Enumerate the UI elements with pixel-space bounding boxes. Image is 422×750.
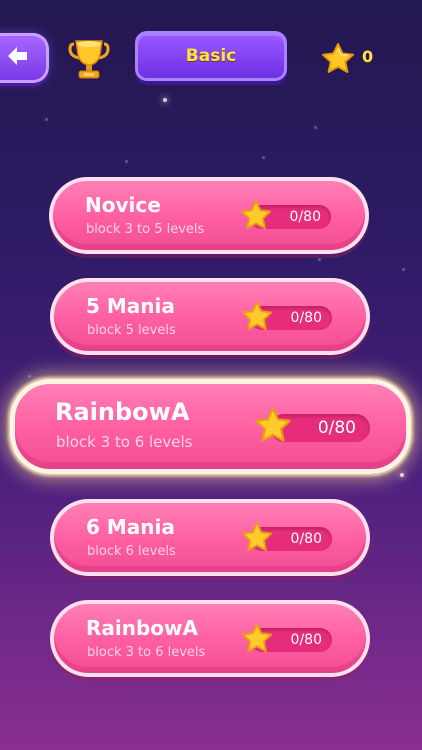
level-progress-text: 0/80 — [290, 632, 322, 648]
level-title: RainbowA — [86, 616, 199, 640]
level-progress-text: 0/80 — [317, 418, 356, 438]
sparkle — [318, 258, 321, 261]
level-subtitle: block 3 to 6 levels — [56, 433, 193, 451]
sparkle — [28, 375, 31, 378]
star-icon — [241, 622, 273, 653]
level-title: RainbowA — [55, 398, 190, 426]
level-subtitle: block 3 to 6 levels — [87, 645, 206, 660]
star-icon — [322, 43, 354, 73]
level-card-5-mania[interactable]: 5 Mania block 5 levels 0/80 — [50, 278, 370, 355]
star-icon — [241, 300, 273, 331]
sparkle — [125, 160, 128, 163]
star-icon — [255, 407, 291, 442]
level-title: Novice — [85, 193, 161, 217]
sparkle — [262, 156, 265, 159]
sparkle — [402, 268, 405, 271]
level-progress-text: 0/80 — [289, 209, 321, 225]
star-icon — [241, 521, 273, 552]
back-arrow-icon — [8, 47, 27, 65]
level-progress-text: 0/80 — [290, 310, 322, 326]
level-subtitle: block 6 levels — [87, 544, 176, 559]
level-subtitle: block 3 to 5 levels — [86, 222, 205, 237]
level-subtitle: block 5 levels — [87, 323, 176, 338]
level-title: 5 Mania — [86, 294, 175, 318]
level-title: 6 Mania — [86, 515, 175, 539]
sparkle — [163, 98, 167, 102]
level-progress-text: 0/80 — [290, 531, 322, 547]
sparkle — [400, 473, 404, 477]
back-button[interactable] — [0, 33, 49, 83]
level-card-6-mania[interactable]: 6 Mania block 6 levels 0/80 — [50, 499, 370, 576]
level-card-rainbowa-selected[interactable]: RainbowA block 3 to 6 levels 0/80 — [10, 379, 411, 474]
sparkle — [45, 118, 48, 121]
level-card-novice[interactable]: Novice block 3 to 5 levels 0/80 — [49, 177, 369, 254]
level-card-rainbowa[interactable]: RainbowA block 3 to 6 levels 0/80 — [50, 600, 370, 677]
trophy-icon[interactable] — [68, 38, 110, 82]
difficulty-mode-label: Basic — [185, 46, 237, 66]
star-total-count: 0 — [362, 47, 374, 66]
star-icon — [240, 199, 272, 230]
sparkle — [314, 126, 317, 129]
difficulty-mode-button[interactable]: Basic — [135, 31, 287, 81]
